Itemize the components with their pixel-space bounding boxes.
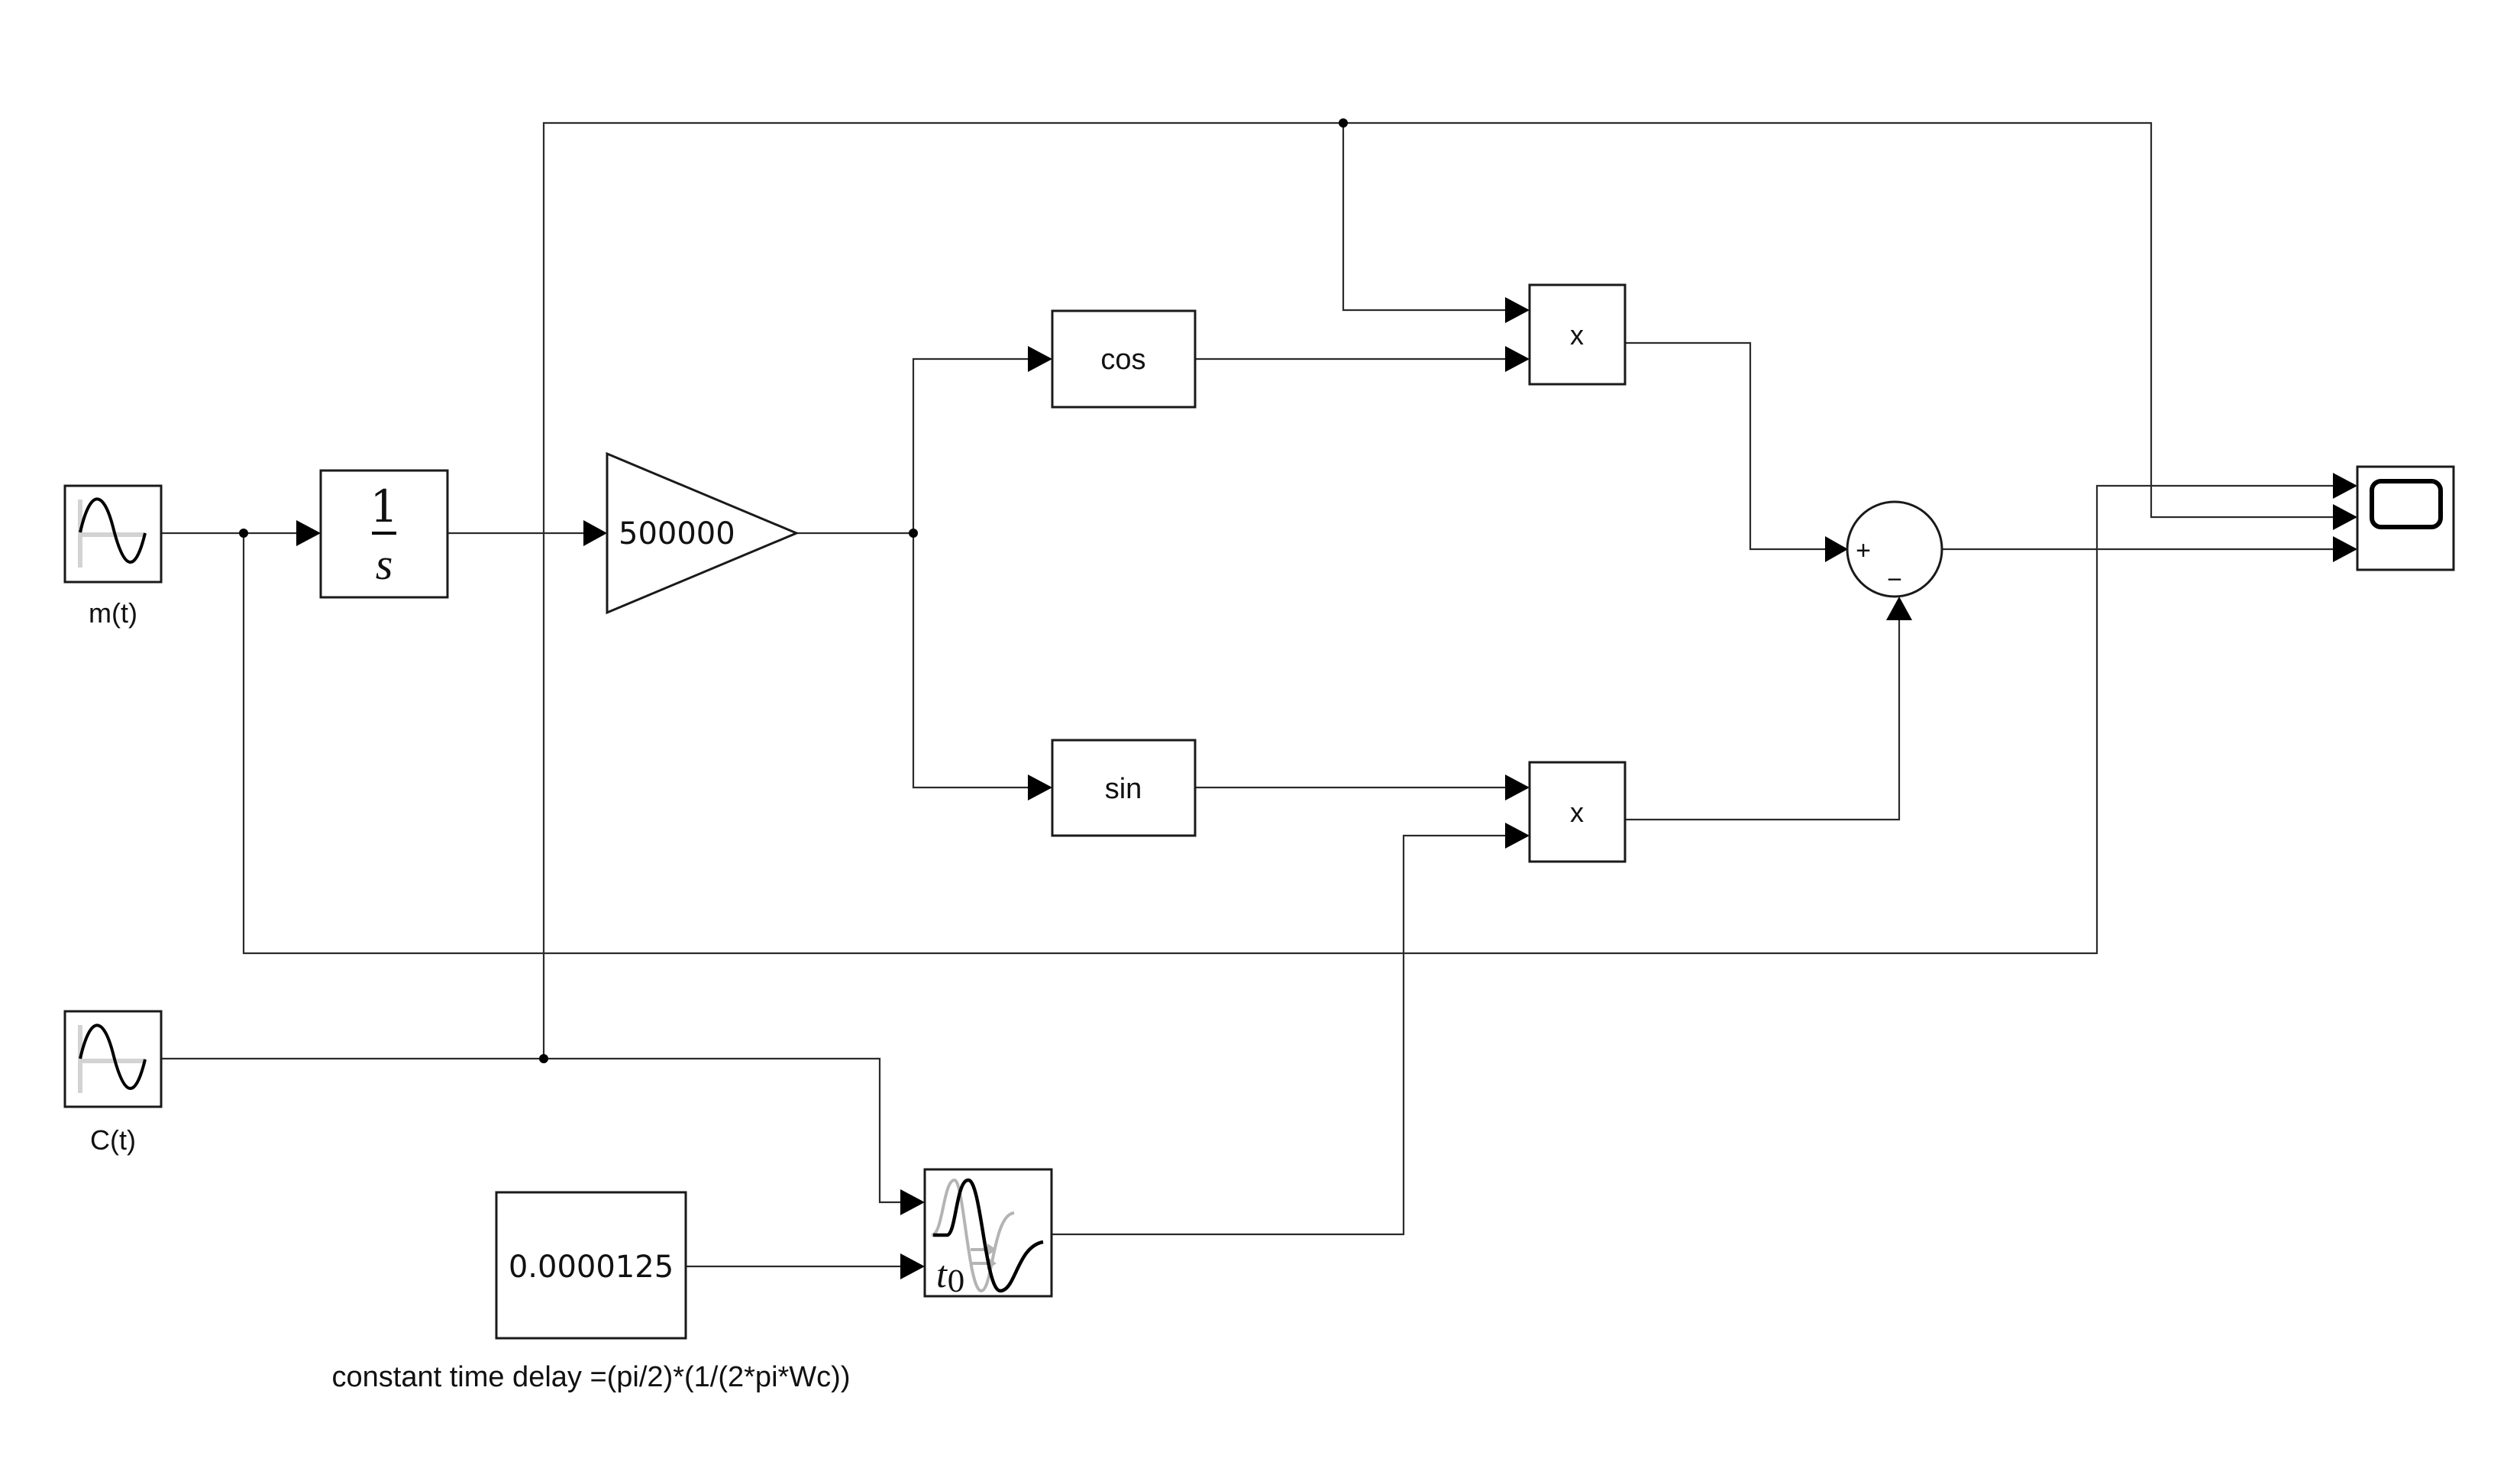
arrow-product-bottom-in1 bbox=[1505, 775, 1530, 800]
line-to-cos[interactable] bbox=[912, 357, 1035, 533]
sum-block[interactable]: + − bbox=[1846, 500, 1943, 598]
sin-block[interactable]: sin bbox=[1051, 739, 1197, 837]
line-c-to-delay[interactable] bbox=[161, 1057, 907, 1204]
cos-block[interactable]: cos bbox=[1051, 309, 1197, 409]
sin-label: sin bbox=[1105, 773, 1142, 805]
constant-value: 0.0000125 bbox=[509, 1250, 674, 1285]
arrow-sin-in bbox=[1028, 775, 1052, 800]
line-product-top-to-sum[interactable] bbox=[1624, 341, 1831, 551]
block-diagram-canvas: m(t) 1 s 500000 cos sin x x + − C(t) 0.0… bbox=[63, 118, 2455, 1393]
sine-source-c-label: C(t) bbox=[90, 1124, 136, 1156]
arrow-scope-in2 bbox=[2333, 504, 2357, 530]
arrow-cos-in bbox=[1028, 346, 1052, 372]
product-bottom-label: x bbox=[1570, 797, 1584, 828]
line-m-to-scope[interactable] bbox=[242, 484, 2340, 955]
constant-label: constant time delay =(pi/2)*(1/(2*pi*Wc)… bbox=[332, 1361, 851, 1393]
sine-source-m-block[interactable]: m(t) bbox=[63, 484, 163, 629]
product-top-block[interactable]: x bbox=[1528, 283, 1627, 386]
sum-minus-sign: − bbox=[1887, 565, 1902, 594]
junction-c bbox=[539, 1054, 548, 1063]
arrow-integrator-in bbox=[296, 520, 321, 546]
arrow-product-top-in2 bbox=[1505, 346, 1530, 372]
gain-value: 500000 bbox=[619, 516, 735, 551]
product-bottom-block[interactable]: x bbox=[1528, 761, 1627, 863]
product-top-label: x bbox=[1570, 319, 1584, 351]
arrow-delay-in2 bbox=[900, 1253, 925, 1279]
junction-gain bbox=[909, 529, 918, 538]
arrow-sum-plus-in bbox=[1825, 536, 1848, 562]
line-to-sin[interactable] bbox=[912, 533, 1035, 789]
arrow-delay-in1 bbox=[900, 1189, 925, 1215]
line-delay-to-product[interactable] bbox=[1052, 834, 1512, 1236]
variable-time-delay-block[interactable]: t0 bbox=[923, 1168, 1053, 1298]
line-c-to-product-top[interactable] bbox=[1342, 123, 1512, 312]
sum-plus-sign: + bbox=[1856, 536, 1871, 565]
junction-m bbox=[239, 529, 248, 538]
arrow-gain-in bbox=[583, 520, 607, 546]
arrow-scope-in1 bbox=[2333, 473, 2357, 499]
integrator-block[interactable]: 1 s bbox=[319, 469, 449, 599]
gain-block[interactable]: 500000 bbox=[606, 451, 800, 615]
junction-top-bus bbox=[1339, 118, 1348, 128]
integrator-denominator: s bbox=[376, 539, 393, 589]
signal-lines bbox=[161, 121, 2340, 1268]
arrow-product-bottom-in2 bbox=[1505, 823, 1530, 849]
line-c-to-top-bus[interactable] bbox=[542, 121, 2340, 1059]
cos-label: cos bbox=[1100, 344, 1145, 376]
sine-source-c-block[interactable]: C(t) bbox=[63, 1010, 163, 1156]
arrow-product-top-in1 bbox=[1505, 297, 1530, 323]
line-product-bottom-to-sum[interactable] bbox=[1624, 613, 1901, 821]
scope-block[interactable] bbox=[2356, 465, 2455, 571]
arrow-scope-in3 bbox=[2333, 536, 2357, 562]
constant-block[interactable]: 0.0000125 constant time delay =(pi/2)*(1… bbox=[332, 1191, 851, 1393]
arrow-sum-minus-in bbox=[1886, 597, 1912, 620]
sine-source-m-label: m(t) bbox=[89, 597, 137, 629]
integrator-numerator: 1 bbox=[370, 480, 399, 532]
